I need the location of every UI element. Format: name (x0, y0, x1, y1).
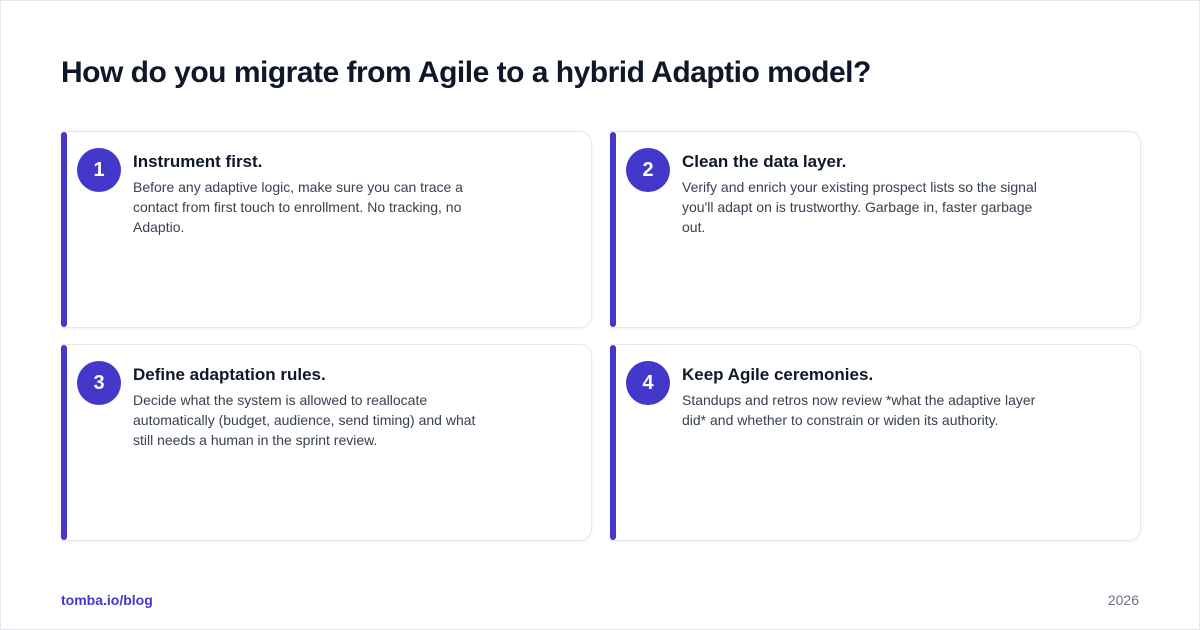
step-card-4: 4 Keep Agile ceremonies. Standups and re… (610, 344, 1141, 541)
step-number-badge: 3 (77, 361, 121, 405)
card-accent-bar (61, 132, 67, 327)
step-number-badge: 4 (626, 361, 670, 405)
footer-year: 2026 (1107, 592, 1139, 608)
step-card-1: 1 Instrument first. Before any adaptive … (61, 131, 592, 328)
step-card-3: 3 Define adaptation rules. Decide what t… (61, 344, 592, 541)
step-title: Clean the data layer. (682, 152, 847, 171)
step-title: Instrument first. (133, 152, 263, 171)
step-description: Decide what the system is allowed to rea… (133, 392, 476, 448)
step-number-badge: 1 (77, 148, 121, 192)
steps-grid: 1 Instrument first. Before any adaptive … (61, 131, 1141, 541)
step-description: Before any adaptive logic, make sure you… (133, 179, 463, 235)
page-title: How do you migrate from Agile to a hybri… (61, 56, 871, 89)
card-accent-bar (610, 345, 616, 540)
step-card-2: 2 Clean the data layer. Verify and enric… (610, 131, 1141, 328)
step-title: Keep Agile ceremonies. (682, 365, 874, 384)
card-accent-bar (61, 345, 67, 540)
card-accent-bar (610, 132, 616, 327)
step-description: Standups and retros now review *what the… (682, 392, 1036, 428)
blog-link[interactable]: tomba.io/blog (61, 592, 153, 608)
page-frame: How do you migrate from Agile to a hybri… (0, 0, 1200, 630)
step-number-badge: 2 (626, 148, 670, 192)
step-title: Define adaptation rules. (133, 365, 326, 384)
step-description: Verify and enrich your existing prospect… (682, 179, 1037, 235)
